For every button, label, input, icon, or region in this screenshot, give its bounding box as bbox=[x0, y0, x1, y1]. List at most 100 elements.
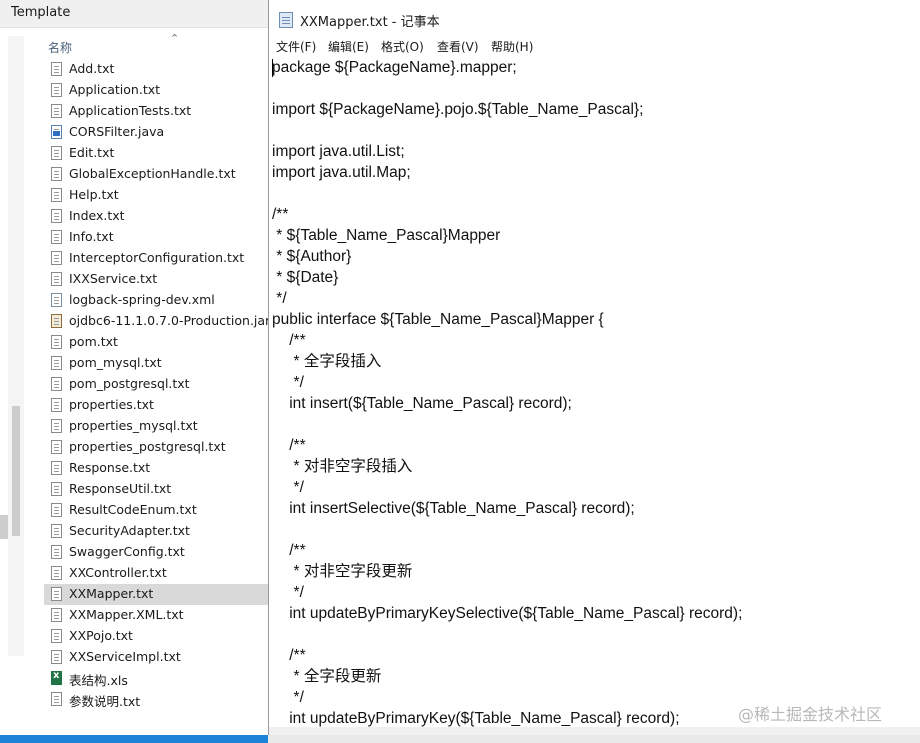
file-list-item[interactable]: logback-spring-dev.xml bbox=[44, 290, 268, 311]
column-header-name[interactable]: ⌃ 名称 bbox=[44, 32, 268, 56]
file-name: properties_mysql.txt bbox=[69, 418, 198, 433]
code-line: /** bbox=[272, 647, 306, 664]
text-file-icon bbox=[51, 650, 62, 664]
code-line: */ bbox=[272, 374, 304, 391]
file-name: InterceptorConfiguration.txt bbox=[69, 250, 245, 265]
text-file-icon bbox=[51, 146, 62, 160]
file-name: SwaggerConfig.txt bbox=[69, 544, 185, 559]
menu-help[interactable]: 帮助(H) bbox=[491, 38, 533, 55]
text-file-icon bbox=[51, 356, 62, 370]
code-line: /** bbox=[272, 542, 306, 559]
file-name: pom_postgresql.txt bbox=[69, 376, 190, 391]
nav-pane-scrollbar[interactable] bbox=[8, 36, 24, 656]
file-list-item[interactable]: CORSFilter.java bbox=[44, 122, 268, 143]
file-list-item[interactable]: properties.txt bbox=[44, 395, 268, 416]
explorer-title-bar: Template bbox=[0, 0, 268, 28]
text-file-icon bbox=[51, 587, 62, 601]
notepad-text-area[interactable]: package ${PackageName}.mapper; import ${P… bbox=[269, 57, 920, 727]
code-line: /** bbox=[272, 437, 306, 454]
file-list-item[interactable]: SecurityAdapter.txt bbox=[44, 521, 268, 542]
file-list-item[interactable]: properties_postgresql.txt bbox=[44, 437, 268, 458]
nav-pane-scrollbar-thumb[interactable] bbox=[12, 406, 20, 536]
menu-edit[interactable]: 编辑(E) bbox=[328, 38, 369, 55]
notepad-menu-bar: 文件(F) 编辑(E) 格式(O) 查看(V) 帮助(H) bbox=[269, 36, 920, 57]
code-line: */ bbox=[272, 689, 304, 706]
horizontal-scrollbar[interactable] bbox=[269, 727, 920, 735]
text-file-icon bbox=[51, 167, 62, 181]
code-line: * ${Author} bbox=[272, 248, 352, 265]
text-file-icon bbox=[51, 608, 62, 622]
file-name: Help.txt bbox=[69, 187, 119, 202]
file-name: Info.txt bbox=[69, 229, 114, 244]
code-line: import java.util.List; bbox=[272, 143, 405, 160]
file-list-item[interactable]: ApplicationTests.txt bbox=[44, 101, 268, 122]
file-name: 表结构.xls bbox=[69, 673, 128, 688]
file-list: Add.txt Application.txt ApplicationTests.t… bbox=[44, 59, 270, 710]
file-list-item[interactable]: pom_mysql.txt bbox=[44, 353, 268, 374]
text-file-icon bbox=[51, 566, 62, 580]
java-file-icon bbox=[51, 125, 62, 139]
notepad-title-bar[interactable]: XXMapper.txt - 记事本 bbox=[269, 0, 920, 36]
file-list-item[interactable]: GlobalExceptionHandle.txt bbox=[44, 164, 268, 185]
code-line: /** bbox=[272, 206, 289, 223]
file-list-item[interactable]: IXXService.txt bbox=[44, 269, 268, 290]
text-file-icon bbox=[51, 461, 62, 475]
file-list-item[interactable]: XXServiceImpl.txt bbox=[44, 647, 268, 668]
file-list-item[interactable]: Response.txt bbox=[44, 458, 268, 479]
file-name: CORSFilter.java bbox=[69, 124, 165, 139]
file-list-item[interactable]: ResultCodeEnum.txt bbox=[44, 500, 268, 521]
text-file-icon bbox=[51, 692, 62, 706]
file-name: Response.txt bbox=[69, 460, 151, 475]
code-line: */ bbox=[272, 584, 304, 601]
text-file-icon bbox=[51, 230, 62, 244]
file-name: XXPojo.txt bbox=[69, 628, 133, 643]
menu-file[interactable]: 文件(F) bbox=[276, 38, 316, 55]
file-list-item[interactable]: 参数说明.txt bbox=[44, 689, 268, 710]
file-list-item[interactable]: SwaggerConfig.txt bbox=[44, 542, 268, 563]
file-list-item[interactable]: XXMapper.txt bbox=[44, 584, 268, 605]
file-list-item[interactable]: Help.txt bbox=[44, 185, 268, 206]
menu-format[interactable]: 格式(O) bbox=[381, 38, 424, 55]
code-line: */ bbox=[272, 290, 287, 307]
file-list-item[interactable]: pom.txt bbox=[44, 332, 268, 353]
file-list-item[interactable]: Info.txt bbox=[44, 227, 268, 248]
notepad-app-icon bbox=[279, 12, 293, 28]
file-name: SecurityAdapter.txt bbox=[69, 523, 190, 538]
file-name: 参数说明.txt bbox=[69, 694, 141, 709]
file-list-item[interactable]: XXController.txt bbox=[44, 563, 268, 584]
file-name: Application.txt bbox=[69, 82, 161, 97]
code-text: package ${PackageName}.mapper; import ${P… bbox=[272, 57, 742, 727]
file-list-item[interactable]: XXPojo.txt bbox=[44, 626, 268, 647]
file-list-item[interactable]: pom_postgresql.txt bbox=[44, 374, 268, 395]
text-file-icon bbox=[51, 335, 62, 349]
file-list-item[interactable]: ResponseUtil.txt bbox=[44, 479, 268, 500]
file-list-item[interactable]: Application.txt bbox=[44, 80, 268, 101]
file-name: XXController.txt bbox=[69, 565, 167, 580]
file-list-item[interactable]: Add.txt bbox=[44, 59, 268, 80]
file-list-item[interactable]: Edit.txt bbox=[44, 143, 268, 164]
sort-ascending-icon: ⌃ bbox=[170, 32, 180, 45]
file-name: XXMapper.XML.txt bbox=[69, 607, 184, 622]
text-file-icon bbox=[51, 377, 62, 391]
file-name: Index.txt bbox=[69, 208, 125, 223]
file-list-item[interactable]: 表结构.xls bbox=[44, 668, 268, 689]
code-line: import java.util.Map; bbox=[272, 164, 411, 181]
file-list-item[interactable]: InterceptorConfiguration.txt bbox=[44, 248, 268, 269]
code-line: * 对非空字段插入 bbox=[272, 458, 413, 475]
left-scrollbar-thumb[interactable] bbox=[0, 515, 8, 539]
file-list-item[interactable]: ojdbc6-11.1.0.7.0-Production.jar bbox=[44, 311, 270, 332]
file-list-item[interactable]: XXMapper.XML.txt bbox=[44, 605, 268, 626]
excel-file-icon bbox=[51, 670, 62, 685]
file-name: logback-spring-dev.xml bbox=[69, 292, 215, 307]
text-file-icon bbox=[51, 398, 62, 412]
file-list-item[interactable]: Index.txt bbox=[44, 206, 268, 227]
file-name: ResultCodeEnum.txt bbox=[69, 502, 197, 517]
menu-view[interactable]: 查看(V) bbox=[437, 38, 479, 55]
file-list-item[interactable]: properties_mysql.txt bbox=[44, 416, 268, 437]
code-line: /** bbox=[272, 332, 306, 349]
code-line: public interface ${Table_Name_Pascal}Map… bbox=[272, 311, 604, 328]
text-file-icon bbox=[51, 188, 62, 202]
